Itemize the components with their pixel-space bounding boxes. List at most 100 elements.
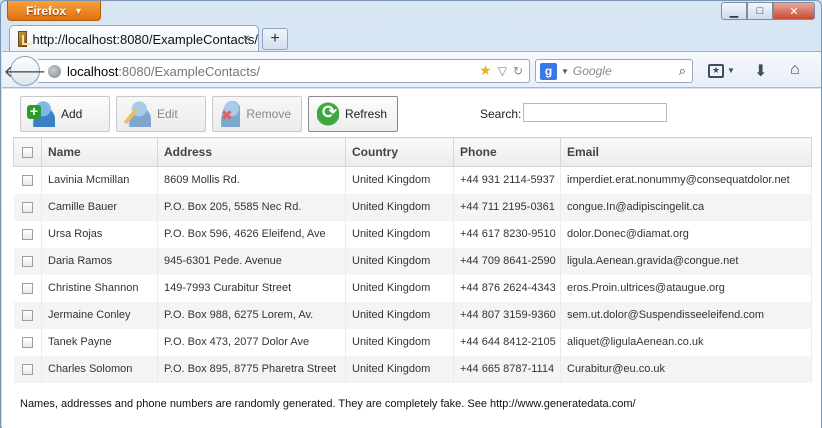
chevron-down-icon: ▼	[74, 5, 83, 16]
cell-name: Jermaine Conley	[41, 301, 158, 329]
row-select-cell	[13, 274, 42, 302]
row-checkbox[interactable]	[21, 228, 33, 240]
edit-label: Edit	[157, 107, 178, 121]
cell-name: Charles Solomon	[41, 355, 158, 383]
bookmarks-icon: ★	[708, 63, 724, 78]
bookmarks-menu-button[interactable]: ★ ▼	[708, 60, 738, 80]
cell-country: United Kingdom	[345, 247, 454, 275]
home-button[interactable]: ⌂	[790, 61, 800, 79]
google-icon[interactable]: g	[540, 62, 557, 80]
download-arrow-icon: ⬇	[754, 63, 768, 80]
table-row[interactable]: Daria Ramos 945-6301 Pede. Avenue United…	[13, 247, 812, 275]
cell-address: P.O. Box 596, 4626 Eleifend, Ave	[157, 220, 346, 248]
row-checkbox[interactable]	[21, 174, 33, 186]
url-path: :8080/ExampleContacts/	[118, 63, 260, 79]
cell-phone: +44 876 2624-4343	[453, 274, 561, 302]
edit-button[interactable]: Edit	[116, 96, 206, 132]
cell-email: dolor.Donec@diamat.org	[560, 220, 812, 248]
table-row[interactable]: Camille Bauer P.O. Box 205, 5585 Nec Rd.…	[13, 193, 812, 221]
cell-country: United Kingdom	[345, 328, 454, 356]
web-search-placeholder: Google	[572, 64, 612, 78]
cell-phone: +44 617 8230-9510	[453, 220, 561, 248]
row-select-cell	[13, 301, 42, 329]
reload-icon[interactable]: ↻	[513, 64, 523, 78]
browser-window: Firefox ▼ ▁ □ ✕ http://localhost:8080/Ex…	[0, 0, 822, 428]
globe-icon	[48, 64, 61, 78]
url-host: localhost	[67, 63, 119, 79]
minimize-button[interactable]: ▁	[721, 2, 747, 20]
table-row[interactable]: Ursa Rojas P.O. Box 596, 4626 Eleifend, …	[13, 220, 812, 248]
row-select-cell	[13, 247, 42, 275]
row-checkbox[interactable]	[21, 309, 33, 321]
new-tab-button[interactable]: +	[262, 28, 288, 50]
table-row[interactable]: Jermaine Conley P.O. Box 988, 6275 Lorem…	[13, 301, 812, 329]
search-label: Search:	[480, 107, 522, 121]
refresh-button[interactable]: Refresh	[308, 96, 398, 132]
table-row[interactable]: Lavinia Mcmillan 8609 Mollis Rd. United …	[13, 166, 812, 194]
chevron-down-icon: ▼	[727, 66, 735, 75]
cell-email: eros.Proin.ultrices@ataugue.org	[560, 274, 812, 302]
cell-name: Camille Bauer	[41, 193, 158, 221]
bookmark-star-icon[interactable]: ★	[479, 62, 492, 79]
web-search-bar[interactable]: g ▼ Google ⌕	[535, 59, 693, 83]
window-controls: ▁ □ ✕	[721, 2, 815, 20]
url-bar[interactable]: localhost:8080/ExampleContacts/ ★ ▽ ↻	[38, 59, 530, 83]
add-label: Add	[61, 107, 83, 121]
cell-address: P.O. Box 988, 6275 Lorem, Av.	[157, 301, 346, 329]
row-select-cell	[13, 355, 42, 383]
cell-email: ligula.Aenean.gravida@congue.net	[560, 247, 812, 275]
cell-name: Ursa Rojas	[41, 220, 158, 248]
arrow-left-icon: 🡐	[3, 63, 47, 81]
history-dropdown-icon[interactable]: ▽	[498, 64, 507, 78]
select-all-cell	[13, 137, 42, 167]
table-row[interactable]: Charles Solomon P.O. Box 895, 8775 Phare…	[13, 355, 812, 383]
row-checkbox[interactable]	[21, 255, 33, 267]
engine-dropdown-icon[interactable]: ▼	[561, 67, 569, 76]
downloads-button[interactable]: ⬇	[754, 61, 767, 81]
column-header-name[interactable]: Name	[41, 137, 158, 167]
table-header-row: Name Address Country Phone Email	[13, 137, 812, 167]
add-button[interactable]: Add	[20, 96, 110, 132]
browser-tab[interactable]: http://localhost:8080/ExampleContacts/ ×	[9, 25, 259, 52]
refresh-icon	[317, 101, 339, 127]
cell-country: United Kingdom	[345, 166, 454, 194]
cell-phone: +44 931 2114-5937	[453, 166, 561, 194]
row-checkbox[interactable]	[21, 336, 33, 348]
table-row[interactable]: Tanek Payne P.O. Box 473, 2077 Dolor Ave…	[13, 328, 812, 356]
firefox-label: Firefox	[26, 3, 67, 18]
column-header-address[interactable]: Address	[157, 137, 346, 167]
column-header-country[interactable]: Country	[345, 137, 454, 167]
select-all-checkbox[interactable]	[22, 147, 33, 159]
remove-button[interactable]: Remove	[212, 96, 302, 132]
cell-address: P.O. Box 205, 5585 Nec Rd.	[157, 193, 346, 221]
close-window-button[interactable]: ✕	[773, 2, 815, 20]
cell-phone: +44 711 2195-0361	[453, 193, 561, 221]
row-select-cell	[13, 220, 42, 248]
back-button[interactable]: 🡐	[4, 56, 46, 86]
maximize-button[interactable]: □	[747, 2, 773, 20]
contacts-toolbar: Add Edit Remove Refresh	[20, 96, 398, 132]
cell-address: 945-6301 Pede. Avenue	[157, 247, 346, 275]
cell-phone: +44 644 8412-2105	[453, 328, 561, 356]
cell-country: United Kingdom	[345, 355, 454, 383]
column-header-email[interactable]: Email	[560, 137, 812, 167]
column-header-phone[interactable]: Phone	[453, 137, 561, 167]
cell-email: sem.ut.dolor@Suspendisseeleifend.com	[560, 301, 812, 329]
cell-name: Lavinia Mcmillan	[41, 166, 158, 194]
cell-address: P.O. Box 895, 8775 Pharetra Street	[157, 355, 346, 383]
row-checkbox[interactable]	[21, 201, 33, 213]
firefox-menu-button[interactable]: Firefox ▼	[7, 1, 101, 21]
row-checkbox[interactable]	[21, 363, 33, 375]
cell-phone: +44 709 8641-2590	[453, 247, 561, 275]
search-input[interactable]	[523, 103, 667, 122]
cell-country: United Kingdom	[345, 193, 454, 221]
table-row[interactable]: Christine Shannon 149-7993 Curabitur Str…	[13, 274, 812, 302]
row-checkbox[interactable]	[21, 282, 33, 294]
cell-email: aliquet@ligulaAenean.co.uk	[560, 328, 812, 356]
cell-email: imperdiet.erat.nonummy@consequatdolor.ne…	[560, 166, 812, 194]
close-tab-icon[interactable]: ×	[243, 31, 250, 45]
magnifier-icon[interactable]: ⌕	[679, 63, 686, 79]
cell-phone: +44 665 8787-1114	[453, 355, 561, 383]
cell-name: Tanek Payne	[41, 328, 158, 356]
cell-address: 149-7993 Curabitur Street	[157, 274, 346, 302]
